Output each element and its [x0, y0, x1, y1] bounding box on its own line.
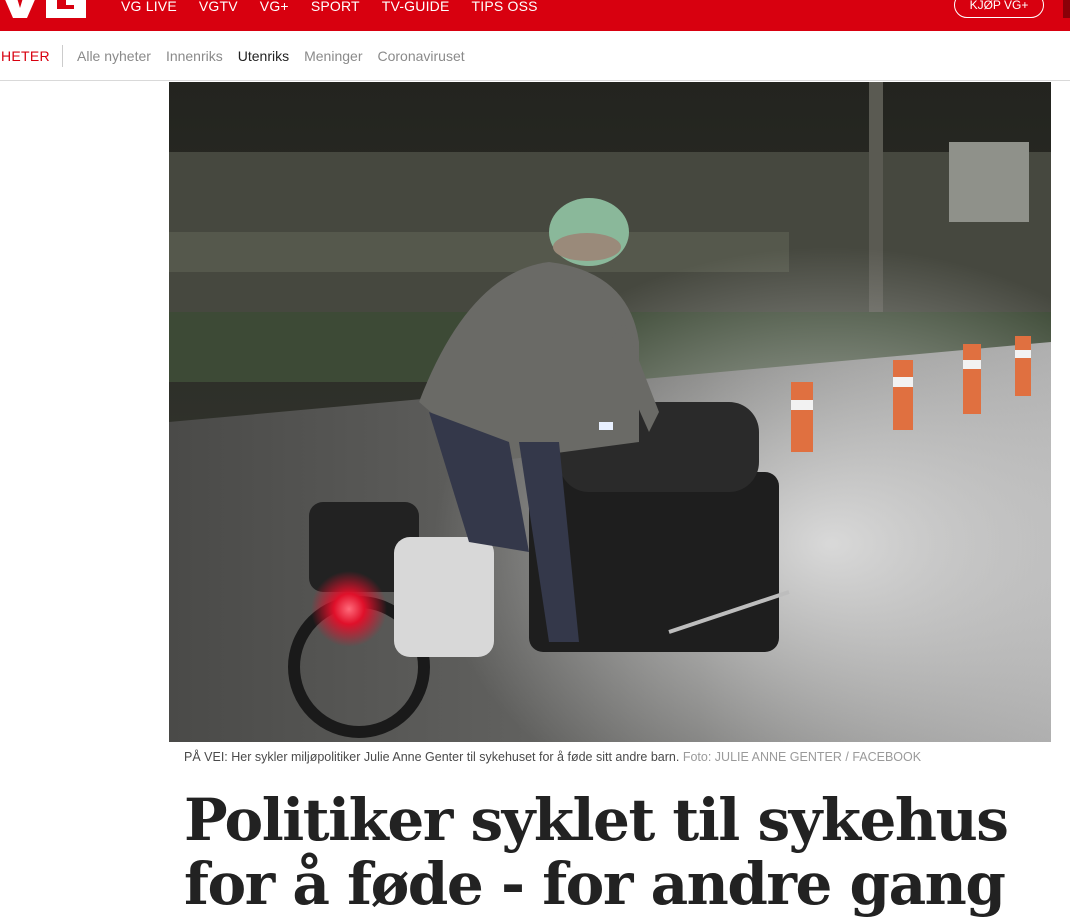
- section-divider: [62, 45, 63, 67]
- vg-logo[interactable]: [0, 0, 88, 18]
- nav-vg-live[interactable]: VG LIVE: [121, 0, 177, 18]
- subnav-innenriks[interactable]: Innenriks: [166, 48, 223, 64]
- section-label[interactable]: HETER: [1, 48, 50, 64]
- subnav-utenriks[interactable]: Utenriks: [238, 48, 289, 64]
- section-nav-items: Alle nyheter Innenriks Utenriks Meninger…: [77, 48, 480, 64]
- hero-photo: [169, 82, 1051, 742]
- top-bar: VG LIVE VGTV VG+ SPORT TV-GUIDE TIPS OSS…: [0, 0, 1070, 31]
- subnav-alle-nyheter[interactable]: Alle nyheter: [77, 48, 151, 64]
- subnav-coronaviruset[interactable]: Coronaviruset: [377, 48, 464, 64]
- nav-tv-guide[interactable]: TV-GUIDE: [382, 0, 450, 18]
- nav-sport[interactable]: SPORT: [311, 0, 360, 18]
- article-hero-image[interactable]: [169, 82, 1051, 742]
- section-nav: HETER Alle nyheter Innenriks Utenriks Me…: [0, 31, 1070, 81]
- photo-credit: Foto: JULIE ANNE GENTER / FACEBOOK: [682, 750, 922, 764]
- top-nav: VG LIVE VGTV VG+ SPORT TV-GUIDE TIPS OSS: [121, 0, 560, 18]
- edge-decoration: [1063, 0, 1070, 18]
- nav-vgtv[interactable]: VGTV: [199, 0, 238, 18]
- nav-vg-plus[interactable]: VG+: [260, 0, 289, 18]
- nav-tips-oss[interactable]: TIPS OSS: [472, 0, 538, 18]
- caption-text: PÅ VEI: Her sykler miljøpolitiker Julie …: [184, 750, 680, 764]
- buy-vg-plus-button[interactable]: KJØP VG+: [954, 0, 1044, 18]
- article-headline: Politiker syklet til sykehus for å føde …: [184, 786, 1009, 918]
- subnav-meninger[interactable]: Meninger: [304, 48, 362, 64]
- image-caption: PÅ VEI: Her sykler miljøpolitiker Julie …: [184, 750, 921, 764]
